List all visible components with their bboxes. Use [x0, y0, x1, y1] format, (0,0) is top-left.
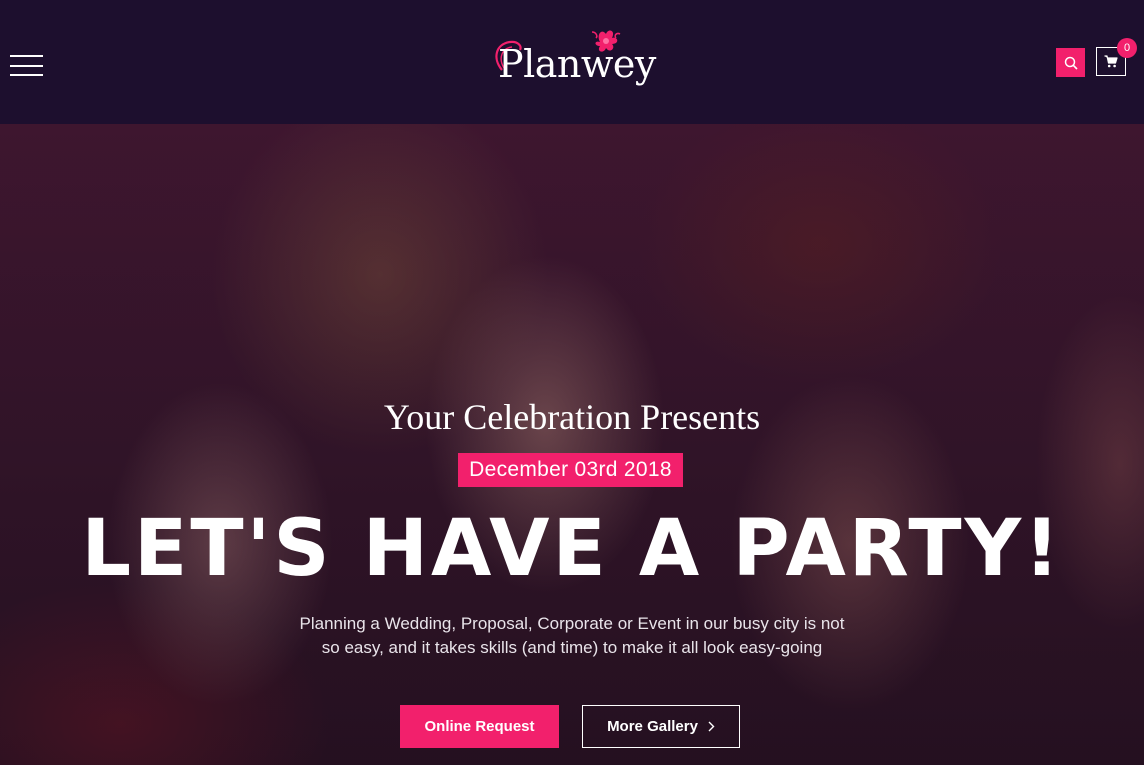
- more-gallery-label: More Gallery: [607, 718, 698, 735]
- hero-title: LET'S HAVE A PARTY!: [0, 504, 1144, 594]
- search-button[interactable]: [1056, 48, 1085, 77]
- hero-subtitle: Your Celebration Presents: [383, 397, 761, 437]
- event-date-badge: December 03rd 2018: [458, 453, 683, 487]
- hamburger-line: [10, 64, 43, 67]
- logo-text: Planwey: [498, 42, 656, 86]
- site-header: Planwey 0: [0, 0, 1144, 124]
- hero-title-highlight-text: PARTY!: [732, 504, 1063, 594]
- hero-description: Planning a Wedding, Proposal, Corporate …: [299, 614, 845, 657]
- online-request-button[interactable]: Online Request: [400, 705, 559, 748]
- hero-title-highlight: PARTY!: [724, 504, 1071, 594]
- cart-icon: [1104, 55, 1118, 68]
- online-request-label: Online Request: [424, 718, 535, 735]
- more-gallery-button[interactable]: More Gallery: [582, 705, 740, 748]
- hamburger-menu-icon[interactable]: [10, 55, 43, 76]
- chevron-right-icon: [708, 721, 715, 732]
- hero-title-main: LET'S HAVE A: [81, 504, 733, 594]
- site-logo[interactable]: Planwey: [488, 28, 656, 98]
- search-icon: [1064, 56, 1078, 70]
- cart-count-badge: 0: [1117, 38, 1137, 58]
- hero-background-image: [0, 124, 1144, 765]
- hamburger-line: [10, 55, 43, 57]
- hamburger-line: [10, 74, 43, 76]
- hero-section: Your Celebration Presents December 03rd …: [0, 124, 1144, 765]
